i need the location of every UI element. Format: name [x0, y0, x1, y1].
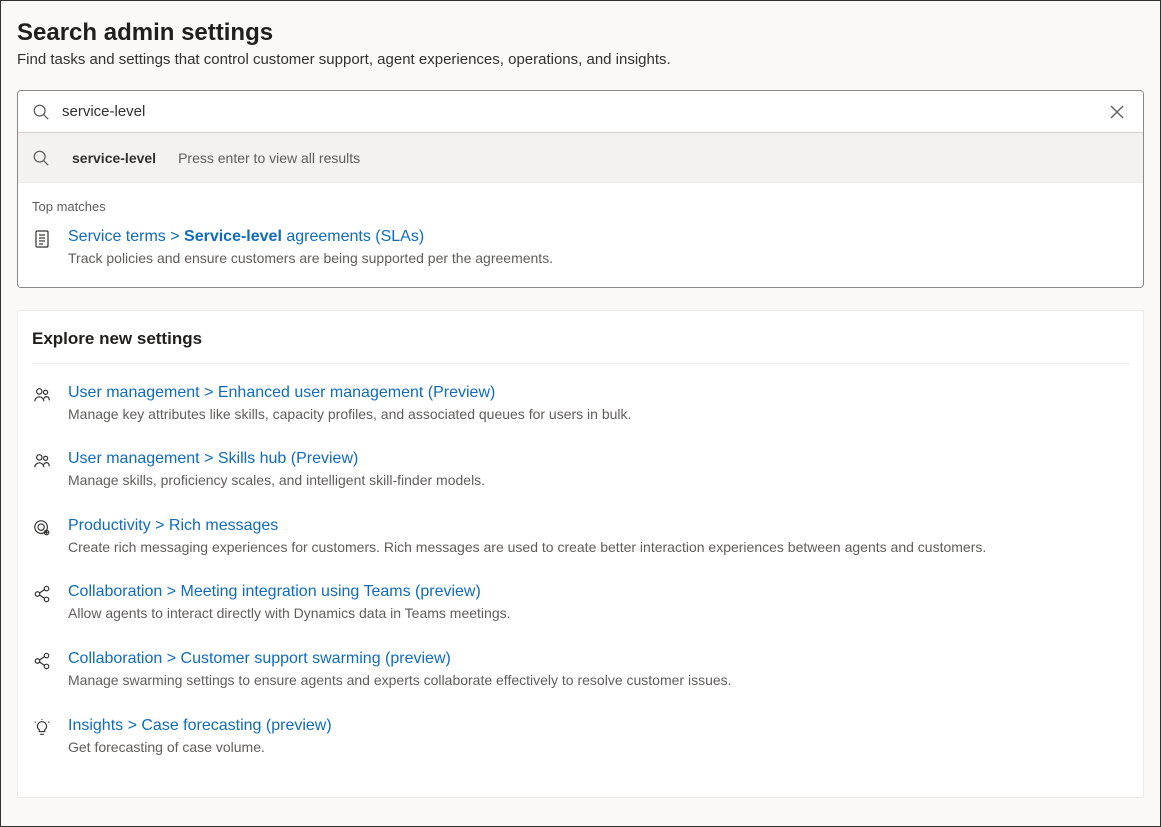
suggestion-hint: Press enter to view all results: [178, 150, 360, 166]
admin-settings-search-page: Search admin settings Find tasks and set…: [0, 0, 1161, 827]
explore-item-link[interactable]: Collaboration > Meeting integration usin…: [68, 583, 481, 601]
top-match-link[interactable]: Service terms > Service-level agreements…: [68, 228, 424, 246]
clear-search-button[interactable]: [1105, 100, 1129, 124]
explore-item-description: Get forecasting of case volume.: [68, 738, 1129, 758]
explore-item-description: Allow agents to interact directly with D…: [68, 604, 1129, 624]
explore-item-link[interactable]: Collaboration > Customer support swarmin…: [68, 650, 451, 668]
explore-item: Collaboration > Customer support swarmin…: [32, 650, 1129, 691]
explore-item: Insights > Case forecasting (preview) Get…: [32, 717, 1129, 758]
explore-item-link[interactable]: User management > Enhanced user manageme…: [68, 384, 495, 402]
top-matches-label: Top matches: [32, 199, 1129, 214]
people-icon: [32, 384, 52, 404]
explore-list: User management > Enhanced user manageme…: [32, 384, 1129, 758]
page-title: Search admin settings: [17, 19, 1144, 47]
explore-title: Explore new settings: [32, 329, 1129, 364]
explore-item-link[interactable]: Insights > Case forecasting (preview): [68, 717, 332, 735]
share-icon: [32, 650, 52, 670]
search-panel: service-level Press enter to view all re…: [17, 90, 1144, 288]
explore-item-link[interactable]: User management > Skills hub (Preview): [68, 450, 358, 468]
search-icon: [32, 149, 50, 167]
explore-item: User management > Enhanced user manageme…: [32, 384, 1129, 425]
explore-item: Collaboration > Meeting integration usin…: [32, 583, 1129, 624]
share-icon: [32, 583, 52, 603]
page-subtitle: Find tasks and settings that control cus…: [17, 51, 1144, 68]
explore-item-link[interactable]: Productivity > Rich messages: [68, 517, 278, 535]
explore-item-description: Manage swarming settings to ensure agent…: [68, 671, 1129, 691]
suggestion-term: service-level: [72, 150, 156, 166]
explore-item-description: Create rich messaging experiences for cu…: [68, 538, 1129, 558]
search-bar[interactable]: [18, 91, 1143, 133]
explore-item-description: Manage skills, proficiency scales, and i…: [68, 471, 1129, 491]
explore-item-description: Manage key attributes like skills, capac…: [68, 405, 1129, 425]
explore-item: User management > Skills hub (Preview) Ma…: [32, 450, 1129, 491]
search-input[interactable]: [60, 102, 1105, 121]
people-icon: [32, 450, 52, 470]
search-icon: [32, 103, 50, 121]
top-matches-section: Top matches Service terms > Service-leve…: [18, 183, 1143, 287]
document-icon: [32, 228, 52, 248]
top-match-result: Service terms > Service-level agreements…: [32, 228, 1129, 269]
top-match-description: Track policies and ensure customers are …: [68, 249, 1129, 269]
explore-settings-card: Explore new settings User management > E…: [17, 310, 1144, 799]
search-suggestion-row[interactable]: service-level Press enter to view all re…: [18, 133, 1143, 183]
target-icon: [32, 517, 52, 537]
explore-item: Productivity > Rich messages Create rich …: [32, 517, 1129, 558]
bulb-icon: [32, 717, 52, 737]
